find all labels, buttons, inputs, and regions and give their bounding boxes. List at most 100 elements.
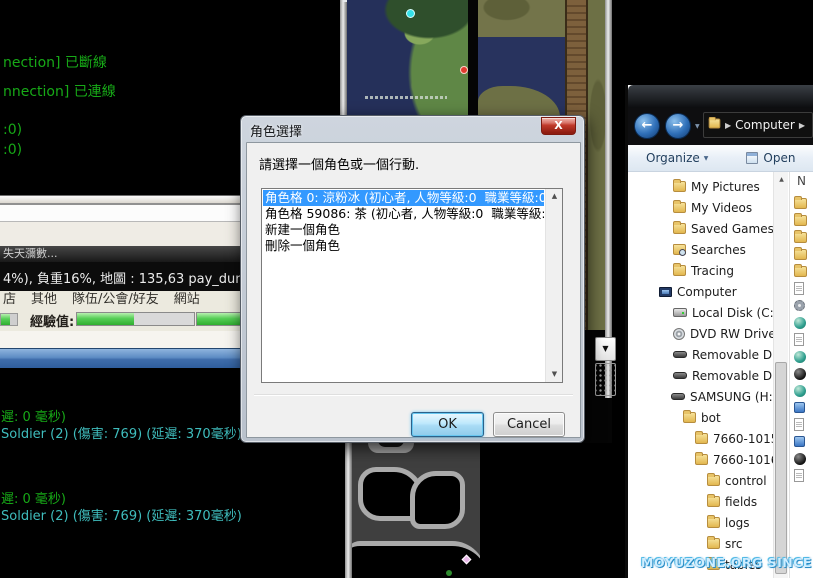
- blue-square-icon: [794, 436, 805, 447]
- chevron-right-icon[interactable]: ▶: [799, 121, 805, 130]
- exp-label: 經驗值:: [30, 315, 75, 330]
- dialog-title: 角色選擇: [250, 125, 303, 140]
- open-icon: [746, 152, 759, 164]
- player-marker-icon: [406, 9, 415, 18]
- explorer-toolbar: Organize ▼ Open: [628, 145, 813, 172]
- character-list: 角色格 0: 涼粉冰 (初心者, 人物等級:0 職業等級:0) 角色格 59086…: [263, 190, 544, 381]
- tree-item-my-videos[interactable]: My Videos: [631, 197, 773, 218]
- breadcrumb-item[interactable]: Computer: [735, 118, 795, 132]
- tree-item-local-disk-c[interactable]: Local Disk (C:): [631, 302, 773, 323]
- mini-progress-fill: [1, 314, 10, 325]
- back-button[interactable]: ←: [634, 113, 660, 139]
- tree-item-removable-dis[interactable]: Removable Dis: [631, 365, 773, 386]
- tree-item-label: DVD RW Drive (: [690, 326, 773, 341]
- tree-item-searches[interactable]: Searches: [631, 239, 773, 260]
- file-item[interactable]: [794, 297, 813, 314]
- files-column-header[interactable]: N: [797, 174, 806, 188]
- ok-button[interactable]: OK: [411, 412, 484, 437]
- organize-label: Organize: [646, 151, 700, 165]
- scroll-up-icon[interactable]: ▲: [774, 172, 789, 187]
- forward-button[interactable]: →: [665, 113, 691, 139]
- tree-item-bot[interactable]: bot: [631, 407, 773, 428]
- tree-item-computer[interactable]: Computer: [631, 281, 773, 302]
- tree-item-logs[interactable]: logs: [631, 512, 773, 533]
- breadcrumb[interactable]: ▶ Computer ▶: [703, 112, 813, 138]
- tree-item-fields[interactable]: fields: [631, 491, 773, 512]
- tree-item-removable-dis[interactable]: Removable Dis: [631, 344, 773, 365]
- file-item[interactable]: [794, 433, 813, 450]
- chevron-right-icon: ▶: [725, 120, 732, 130]
- tree-item-label: 7660-1015h: [713, 431, 773, 446]
- file-item[interactable]: [794, 212, 813, 229]
- tree-item-7660-1016p[interactable]: 7660-1016p: [631, 449, 773, 470]
- resize-grip[interactable]: [595, 363, 616, 396]
- listbox-scrollbar[interactable]: ▲ ▼: [545, 189, 562, 382]
- file-item[interactable]: [794, 229, 813, 246]
- tree-item-label: Saved Games: [691, 221, 773, 236]
- file-item[interactable]: [794, 348, 813, 365]
- soldier-log-line: Soldier (2) (傷害: 769) (延遲: 370毫秒): [1, 509, 242, 524]
- file-item[interactable]: [794, 450, 813, 467]
- character-list-item[interactable]: 角色格 59086: 茶 (初心者, 人物等級:0 職業等級:0): [263, 206, 544, 222]
- scroll-up-icon[interactable]: ▲: [546, 189, 563, 204]
- character-list-item[interactable]: 刪除一個角色: [263, 238, 544, 254]
- file-item[interactable]: [794, 365, 813, 382]
- tree-item-control[interactable]: control: [631, 470, 773, 491]
- file-item[interactable]: [794, 263, 813, 280]
- tree-scrollbar[interactable]: ▲: [773, 172, 788, 578]
- folder-icon: [695, 431, 708, 444]
- file-item[interactable]: [794, 195, 813, 212]
- menu-item-item[interactable]: 隊伍/公會/好友: [72, 291, 159, 308]
- open-button[interactable]: Open: [746, 151, 795, 165]
- scroll-down-icon[interactable]: ▼: [546, 367, 563, 382]
- folder-icon: [707, 515, 720, 528]
- tree-item-label: SAMSUNG (H:): [690, 389, 773, 404]
- organize-button[interactable]: Organize ▼: [646, 151, 708, 165]
- close-button[interactable]: X: [541, 117, 576, 135]
- scrollbar-thumb[interactable]: [775, 362, 787, 574]
- folder-icon: [794, 196, 807, 209]
- folder-icon: [683, 410, 696, 423]
- menu-item-item[interactable]: 其他: [31, 291, 57, 308]
- orb-icon: [794, 350, 806, 363]
- tree-item-src[interactable]: src: [631, 533, 773, 554]
- cave-map: [352, 443, 480, 578]
- exp-progress-fill: [77, 313, 135, 325]
- tree-item-tracing[interactable]: Tracing: [631, 260, 773, 281]
- cancel-button[interactable]: Cancel: [493, 412, 565, 437]
- menu-item-item[interactable]: 網站: [174, 291, 200, 308]
- folder-icon: [673, 221, 686, 234]
- character-list-item[interactable]: 新建一個角色: [263, 222, 544, 238]
- map-label-text: [365, 96, 447, 99]
- file-item[interactable]: [794, 246, 813, 263]
- folder-icon: [707, 473, 720, 486]
- file-item[interactable]: [794, 467, 813, 484]
- document-icon: [794, 418, 804, 431]
- hard-disk-icon: [673, 308, 687, 317]
- console-log-line: nection] 已斷線: [3, 55, 107, 71]
- tree-item-samsung-h[interactable]: SAMSUNG (H:): [631, 386, 773, 407]
- character-list-item[interactable]: 角色格 0: 涼粉冰 (初心者, 人物等級:0 職業等級:0): [263, 190, 544, 206]
- file-item[interactable]: [794, 331, 813, 348]
- tree-item-label: logs: [725, 515, 750, 530]
- map-marker-icon: [446, 570, 452, 576]
- file-item[interactable]: [794, 382, 813, 399]
- folder-icon: [794, 213, 807, 226]
- folder-icon: [707, 494, 720, 507]
- tree-item-my-pictures[interactable]: My Pictures: [631, 176, 773, 197]
- dropdown-button[interactable]: ▼: [595, 337, 616, 361]
- menu-item-item[interactable]: 店: [3, 291, 16, 308]
- tree-item-saved-games[interactable]: Saved Games: [631, 218, 773, 239]
- orb-icon: [794, 384, 806, 397]
- folder-icon: [695, 452, 708, 465]
- file-item[interactable]: [794, 416, 813, 433]
- tree-item-7660-1015h[interactable]: 7660-1015h: [631, 428, 773, 449]
- tree-item-dvd-rw-drive[interactable]: DVD RW Drive (: [631, 323, 773, 344]
- tree-item-label: Local Disk (C:): [692, 305, 773, 320]
- tree-item-label: 7660-1016p: [713, 452, 773, 467]
- file-item[interactable]: [794, 314, 813, 331]
- file-item[interactable]: [794, 399, 813, 416]
- tree-item-label: fields: [725, 494, 758, 509]
- file-item[interactable]: [794, 280, 813, 297]
- history-dropdown-icon[interactable]: ▼: [695, 123, 700, 130]
